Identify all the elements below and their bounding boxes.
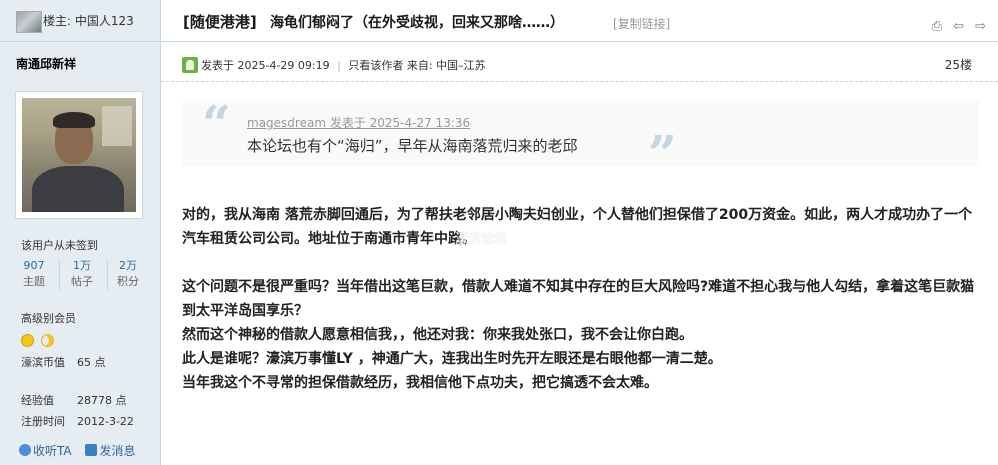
print-icon[interactable]: ⎙ (932, 20, 942, 34)
post-meta: 发表于 2025-4-29 09:19 | 只看该作者 来自: 中国–江苏 25… (161, 42, 998, 82)
author-stats: 907 主题 1万 帖子 2万 积分 (14, 258, 154, 294)
stat-topics-label: 主题 (23, 275, 45, 288)
op-avatar-thumbnail[interactable] (16, 11, 42, 33)
currency-row: 濠滨币值 65 点 (21, 354, 106, 370)
post-paragraph: 对的，我从海南 落荒赤脚回通后，为了帮扶老邻居小陶夫妇创业，个人替他们担保借了2… (182, 207, 973, 247)
avatar-image (22, 98, 136, 212)
next-thread-icon[interactable]: ⇨ (975, 20, 986, 34)
currency-value: 65 点 (77, 356, 106, 369)
post-date: 发表于 2025-4-29 09:19 (201, 59, 330, 72)
post-paragraph: 此人是谁呢？濠滨万事懂LY ，神通广大，连我出生时先开左眼还是右眼他都一清二楚。 (182, 351, 722, 367)
quote-author-link[interactable]: magesdream 发表于 2025-4-27 13:36 (247, 114, 470, 131)
message-icon (85, 444, 98, 456)
stat-points[interactable]: 2万 积分 (108, 258, 148, 290)
close-quote-icon: ” (648, 124, 677, 183)
send-message-button[interactable]: 发消息 (85, 444, 135, 458)
author-actions: 收听TA 发消息 (19, 442, 145, 459)
stat-topics-value[interactable]: 907 (14, 258, 54, 274)
follow-button[interactable]: 收听TA (19, 444, 72, 458)
quote-block: “ magesdream 发表于 2025-4-27 13:36 本论坛也有个“… (182, 94, 979, 179)
checkin-status: 该用户从未签到 (21, 239, 98, 252)
forum-tag[interactable]: [随便港港] (183, 11, 257, 32)
previous-thread-icon[interactable]: ⇦ (953, 20, 964, 34)
experience-value: 28778 点 (77, 394, 127, 407)
post-paragraph: 然而这个神秘的借款人愿意相信我，，他还对我：你来我处张口，我不会让你白跑。 (182, 327, 693, 343)
post-paragraph: 当年我这个不寻常的担保借款经历，我相信他下点功夫，把它搞透不会太难。 (182, 375, 658, 391)
post-source: 来自: 中国–江苏 (406, 59, 486, 72)
experience-row: 经验值 28778 点 (21, 392, 127, 408)
quote-text: 本论坛也有个“海归”，早年从海南落荒归来的老邱 (247, 137, 578, 155)
online-status-icon (182, 57, 198, 73)
follow-icon (19, 444, 31, 456)
registration-row: 注册时间 2012-3-22 (21, 413, 134, 429)
op-label: 楼主: 中国人123 (43, 14, 134, 28)
author-username[interactable]: 南通邱新祥 (16, 55, 76, 72)
stat-points-label: 积分 (117, 275, 139, 288)
author-avatar[interactable] (15, 91, 143, 219)
medals (21, 330, 56, 349)
moon-medal-icon[interactable] (41, 334, 55, 347)
stat-posts-label: 帖子 (71, 275, 93, 288)
stat-topics[interactable]: 907 主题 (14, 258, 54, 290)
post-meta-text: 发表于 2025-4-29 09:19 | 只看该作者 来自: 中国–江苏 (201, 57, 486, 73)
copy-link-button[interactable]: [复制链接] (613, 15, 670, 32)
smile-medal-icon[interactable] (21, 334, 34, 347)
currency-label: 濠滨币值 (21, 356, 65, 369)
stat-posts-value[interactable]: 1万 (62, 258, 102, 274)
post-paragraph: 这个问题不是很严重吗？当年借出这笔巨款，借款人难道不知其中存在的巨大风险吗?难道… (182, 279, 975, 319)
open-quote-icon: “ (202, 94, 231, 153)
follow-label: 收听TA (33, 444, 72, 458)
message-label: 发消息 (99, 444, 136, 458)
thread-title: 海龟们郁闷了（在外受歧视，回来又那啥……） (270, 15, 564, 31)
author-sidebar: 楼主: 中国人123 南通邱新祥 该用户从未签到 907 主题 1万 帖子 2万… (0, 0, 161, 465)
header-tools: ⎙ ⇦ ⇨ (926, 15, 986, 34)
stat-divider (59, 260, 60, 290)
op-bar: 楼主: 中国人123 (0, 0, 161, 42)
only-author-link[interactable]: 只看该作者 (348, 59, 403, 72)
registration-value: 2012-3-22 (77, 415, 134, 428)
user-group[interactable]: 高级别会员 (21, 310, 76, 326)
meta-divider: | (337, 59, 341, 72)
registration-label: 注册时间 (21, 415, 65, 428)
post-content: 对的，我从海南 落荒赤脚回通后，为了帮扶老邻居小陶夫妇创业，个人替他们担保借了2… (182, 203, 982, 395)
experience-label: 经验值 (21, 394, 54, 407)
stat-points-value[interactable]: 2万 (108, 258, 148, 274)
floor-number[interactable]: 25楼 (945, 56, 972, 73)
thread-header: [随便港港] 海龟们郁闷了（在外受歧视，回来又那啥……） [复制链接] ⎙ ⇦ … (161, 0, 998, 42)
stat-posts[interactable]: 1万 帖子 (62, 258, 102, 290)
